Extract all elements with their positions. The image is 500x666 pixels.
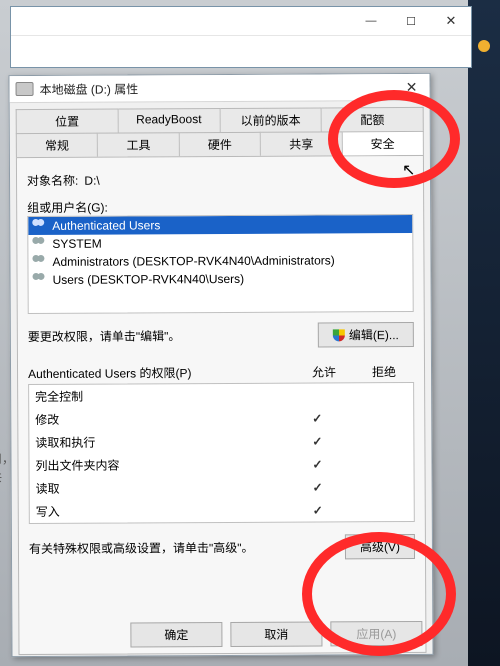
users-icon bbox=[33, 273, 49, 287]
maximize-button[interactable]: ☐ bbox=[391, 7, 431, 35]
drive-icon bbox=[16, 82, 34, 96]
tab-location[interactable]: 位置 bbox=[16, 109, 119, 134]
minimize-button[interactable]: — bbox=[351, 7, 391, 35]
perm-allow bbox=[288, 480, 348, 494]
tab-general[interactable]: 常规 bbox=[16, 133, 99, 157]
edit-hint: 要更改权限，请单击"编辑"。 bbox=[28, 327, 181, 345]
edit-button[interactable]: 编辑(E)... bbox=[318, 322, 414, 348]
tab-sharing[interactable]: 共享 bbox=[261, 131, 343, 155]
tab-hardware[interactable]: 硬件 bbox=[180, 132, 262, 156]
perm-allow bbox=[287, 457, 347, 471]
perm-header-deny: 拒绝 bbox=[354, 363, 414, 380]
desktop-right-edge bbox=[468, 0, 500, 666]
tab-row-1: 位置 ReadyBoost 以前的版本 配额 bbox=[16, 107, 424, 133]
perm-row: 读取 bbox=[30, 475, 414, 500]
group-users-label: 组或用户名(G): bbox=[27, 197, 413, 216]
tab-row-2: 常规 工具 硬件 共享 安全 bbox=[16, 131, 424, 157]
dialog-close-button[interactable]: ✕ bbox=[393, 74, 429, 100]
tab-readyboost[interactable]: ReadyBoost bbox=[118, 108, 220, 133]
users-icon bbox=[32, 255, 48, 269]
apply-button[interactable]: 应用(A) bbox=[330, 621, 422, 646]
principal-item[interactable]: Authenticated Users bbox=[28, 215, 412, 235]
background-titlebar: — ☐ ✕ bbox=[11, 7, 471, 36]
users-icon bbox=[32, 237, 48, 251]
dialog-titlebar[interactable]: 本地磁盘 (D:) 属性 ✕ bbox=[9, 74, 429, 103]
security-tab-body: 对象名称: D:\ 组或用户名(G): Authenticated Users … bbox=[16, 155, 427, 655]
perm-allow bbox=[288, 503, 348, 517]
perm-header-name: Authenticated Users 的权限(P) bbox=[28, 364, 294, 382]
advanced-button[interactable]: 高级(V) bbox=[345, 534, 415, 559]
perm-allow bbox=[287, 411, 347, 425]
principal-item[interactable]: Users (DESKTOP-RVK4N40\Users) bbox=[29, 269, 413, 289]
properties-dialog: 本地磁盘 (D:) 属性 ✕ 位置 ReadyBoost 以前的版本 配额 常规… bbox=[8, 73, 433, 657]
object-name-row: 对象名称: D:\ bbox=[27, 170, 413, 189]
uac-shield-icon bbox=[333, 329, 345, 341]
principal-item[interactable]: Administrators (DESKTOP-RVK4N40\Administ… bbox=[28, 251, 412, 271]
perm-row: 读取和执行 bbox=[29, 429, 413, 454]
taskbar-orb bbox=[478, 40, 490, 52]
perm-row: 列出文件夹内容 bbox=[29, 452, 413, 477]
perm-header-allow: 允许 bbox=[294, 363, 354, 380]
dialog-title: 本地磁盘 (D:) 属性 bbox=[40, 80, 139, 98]
tab-tools[interactable]: 工具 bbox=[98, 132, 180, 156]
tab-security[interactable]: 安全 bbox=[342, 131, 424, 155]
permissions-header: Authenticated Users 的权限(P) 允许 拒绝 bbox=[28, 363, 414, 382]
advanced-hint: 有关特殊权限或高级设置，请单击"高级"。 bbox=[29, 539, 254, 557]
object-name-label: 对象名称: bbox=[27, 172, 78, 189]
principals-list[interactable]: Authenticated Users SYSTEM Administrator… bbox=[27, 214, 414, 314]
perm-row: 完全控制 bbox=[29, 383, 413, 408]
permissions-grid: 完全控制 修改 读取和执行 列出文件夹内容 bbox=[28, 382, 415, 524]
tab-prev-versions[interactable]: 以前的版本 bbox=[220, 107, 322, 132]
background-window: — ☐ ✕ bbox=[10, 6, 472, 68]
object-name-value: D:\ bbox=[84, 173, 99, 187]
perm-row: 修改 bbox=[29, 406, 413, 431]
tab-quota[interactable]: 配额 bbox=[322, 107, 424, 132]
ok-button[interactable]: 确定 bbox=[130, 622, 222, 647]
principal-item[interactable]: SYSTEM bbox=[28, 233, 412, 253]
cancel-button[interactable]: 取消 bbox=[230, 621, 322, 646]
perm-row: 写入 bbox=[30, 498, 414, 523]
users-icon bbox=[32, 219, 48, 233]
tab-strip: 位置 ReadyBoost 以前的版本 配额 常规 工具 硬件 共享 安全 bbox=[16, 107, 424, 157]
close-button[interactable]: ✕ bbox=[431, 7, 471, 35]
dialog-button-row: 确定 取消 应用(A) bbox=[130, 621, 422, 648]
perm-allow bbox=[287, 434, 347, 448]
